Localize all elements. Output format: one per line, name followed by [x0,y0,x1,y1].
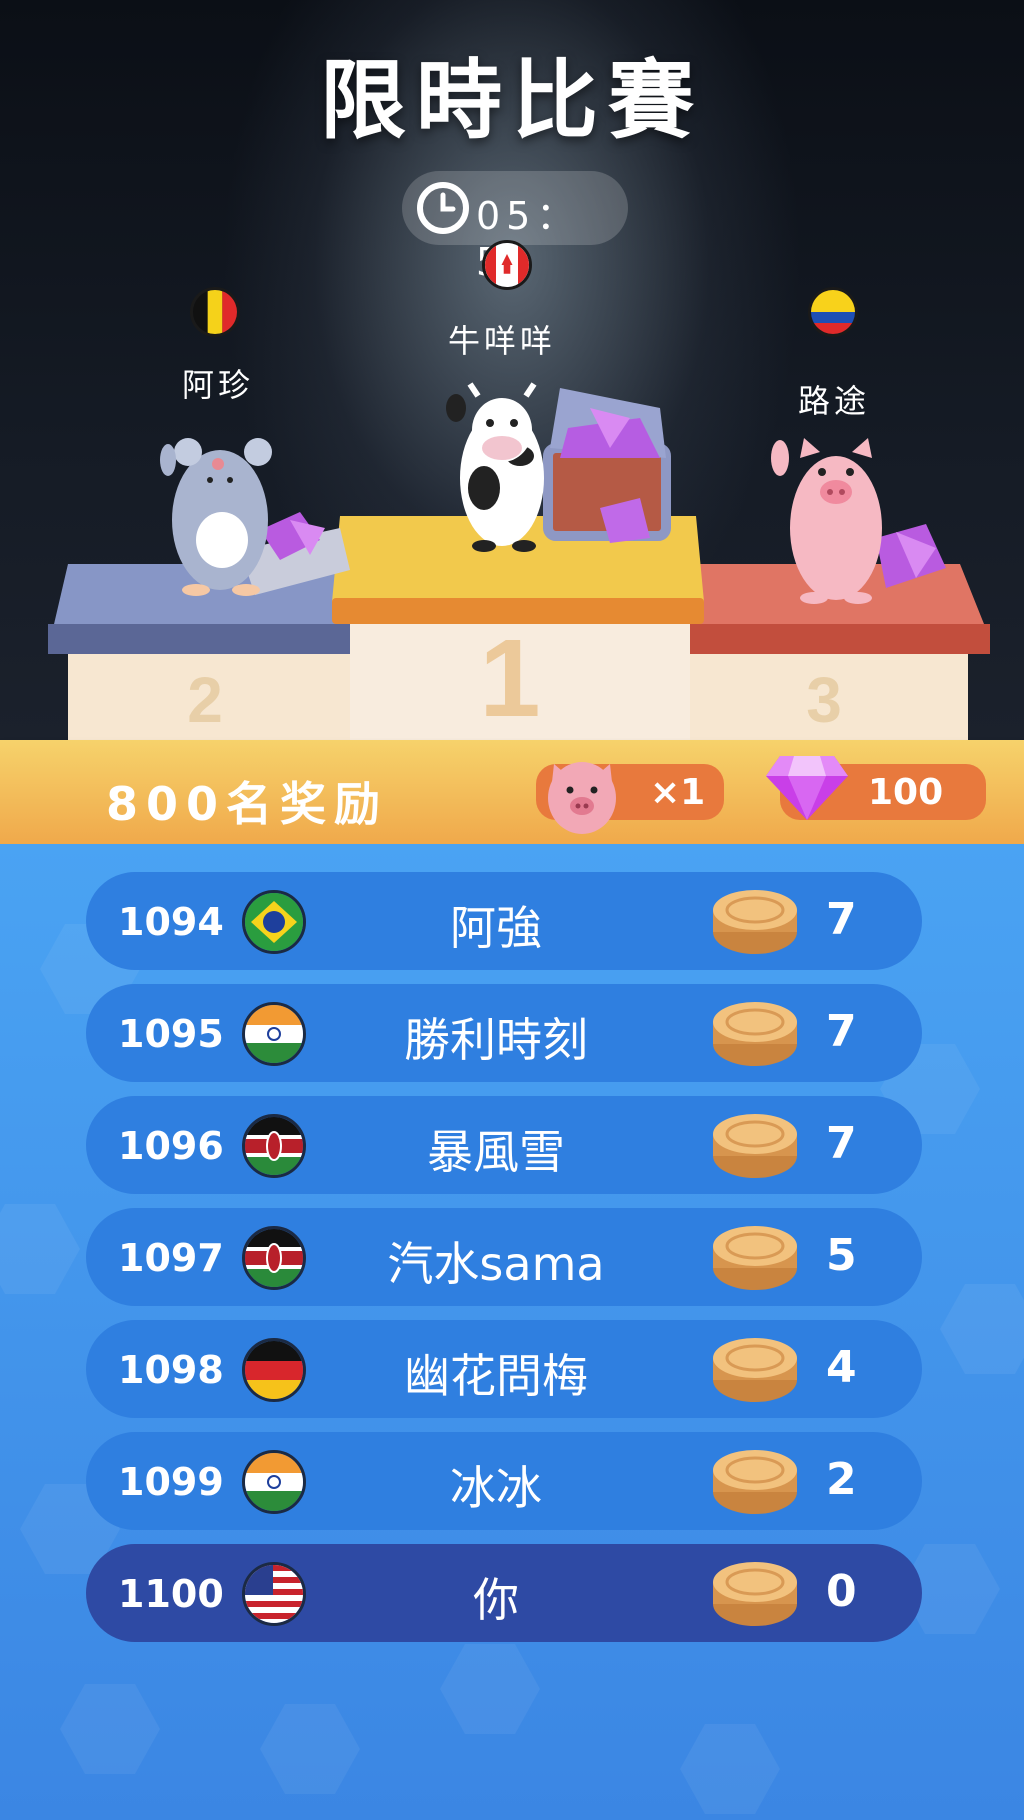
gem-icon [766,756,848,820]
leaderboard-row[interactable]: 1097 汽水sama 5 [86,1208,922,1306]
place-2-number: 2 [187,664,223,736]
rank-number: 1096 [118,1124,224,1168]
canada-flag-icon [482,240,532,290]
countdown-timer: 05：58 [402,171,628,284]
score-value: 7 [826,1006,857,1057]
leaderboard[interactable]: 1094 阿強 7 1095 勝利時刻 7 1096 暴風雪 7 1097 汽水… [0,844,1024,1820]
player-name: 幽花問梅 [404,1349,588,1403]
usa-flag-icon [242,1562,306,1626]
reward-label: 800名奖励 [106,777,389,831]
coin-icon [713,1338,797,1402]
score-value: 7 [826,894,857,945]
player-name: 勝利時刻 [404,1013,588,1067]
rank-number: 1094 [118,900,224,944]
player-name: 汽水sama [387,1237,605,1291]
reward-banner: 800名奖励 ×1 100 [0,740,1024,844]
clock-icon [417,182,469,234]
rank-number: 1095 [118,1012,224,1056]
pig-reward-icon [548,762,616,834]
score-value: 5 [826,1230,857,1281]
coin-icon [713,890,797,954]
coin-icon [713,1114,797,1178]
coin-icon [713,1562,797,1626]
mouse-avatar [160,438,350,596]
pig-avatar [771,438,946,604]
rank-number: 1099 [118,1460,224,1504]
place-3-number: 3 [806,664,842,736]
kenya-flag-icon [242,1226,306,1290]
leaderboard-row[interactable]: 1096 暴風雪 7 [86,1096,922,1194]
leaderboard-row[interactable]: 1098 幽花問梅 4 [86,1320,922,1418]
player-name: 暴風雪 [427,1125,565,1179]
india-flag-icon [242,1450,306,1514]
page-title: 限時比賽 [320,51,704,151]
leaderboard-row-self[interactable]: 1100 你 0 [86,1544,922,1642]
belgium-flag-icon [190,287,240,337]
leaderboard-row[interactable]: 1095 勝利時刻 7 [86,984,922,1082]
score-value: 4 [826,1342,857,1393]
colombia-flag-icon [808,287,858,337]
player-name: 你 [473,1573,519,1627]
player-name: 冰冰 [450,1461,542,1515]
cow-avatar [446,382,671,552]
gem-reward-count: 100 [868,772,944,813]
coin-icon [713,1226,797,1290]
india-flag-icon [242,1002,306,1066]
kenya-flag-icon [242,1114,306,1178]
place-1-number: 1 [479,617,540,740]
rank-number: 1097 [118,1236,224,1280]
score-value: 2 [826,1454,857,1505]
leaderboard-row[interactable]: 1094 阿強 7 [86,872,922,970]
score-value: 7 [826,1118,857,1169]
coin-icon [713,1002,797,1066]
germany-flag-icon [242,1338,306,1402]
podium-name-3: 路途 [797,382,870,420]
podium-name-1: 牛咩咩 [447,322,556,360]
brazil-flag-icon [242,890,306,954]
score-value: 0 [826,1566,857,1617]
player-name: 阿強 [450,901,542,955]
pig-reward-count: ×1 [650,772,706,813]
rank-number: 1098 [118,1348,224,1392]
podium-name-2: 阿珍 [181,366,254,404]
rank-number: 1100 [118,1572,224,1616]
podium-area: 限時比賽 05：58 阿珍 牛咩咩 路途 2 3 1 [0,0,1024,740]
leaderboard-row[interactable]: 1099 冰冰 2 [86,1432,922,1530]
coin-icon [713,1450,797,1514]
